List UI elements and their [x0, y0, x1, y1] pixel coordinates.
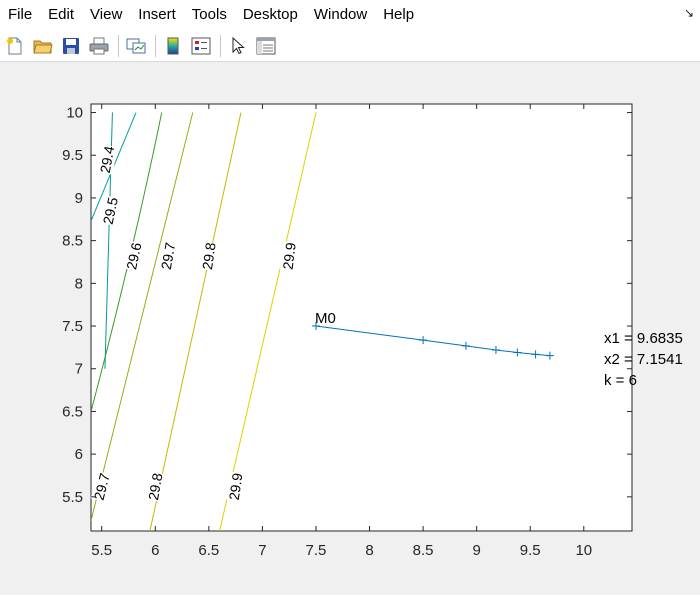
y-tick-label: 7.5: [62, 318, 83, 335]
menu-edit[interactable]: Edit: [40, 0, 82, 30]
y-tick-label: 8.5: [62, 233, 83, 250]
menu-view[interactable]: View: [82, 0, 130, 30]
toolbar-separator: [220, 34, 221, 57]
x-tick-label: 9.5: [520, 542, 541, 559]
x-tick-label: 7.5: [306, 542, 327, 559]
menu-help[interactable]: Help: [375, 0, 422, 30]
save-disk-icon: [63, 37, 79, 54]
result-annotation-line: k = 6: [604, 372, 637, 389]
toolbar-separator: [155, 34, 156, 57]
result-annotation-line: x2 = 7.1541: [604, 351, 683, 368]
legend-icon: [191, 37, 211, 54]
figure-canvas: 29.4 29.5 29.6 29.7 29.8 29.9 29.7 29.8 29.9 M0 …: [0, 63, 700, 590]
x-tick-label: 6: [151, 542, 159, 559]
menu-window[interactable]: Window: [306, 0, 375, 30]
result-annotation: x1 = 9.6835 x2 = 7.1541 k = 6: [604, 330, 683, 389]
menu-insert[interactable]: Insert: [130, 0, 184, 30]
y-tick-label: 6.5: [62, 403, 83, 420]
x-tick-label: 8.5: [413, 542, 434, 559]
y-tick-label: 9: [75, 190, 83, 207]
x-tick-label: 10: [575, 542, 592, 559]
pointer-arrow-icon: [232, 36, 245, 54]
x-tick-label: 8: [365, 542, 373, 559]
property-inspector-button[interactable]: [255, 35, 277, 57]
y-tick-label: 7: [75, 361, 83, 378]
start-point-label: M0: [315, 310, 336, 327]
figure-toolbar: [0, 30, 700, 62]
x-tick-label: 6.5: [198, 542, 219, 559]
print-button[interactable]: [88, 35, 110, 57]
y-tick-label: 6: [75, 446, 83, 463]
menu-tools[interactable]: Tools: [184, 0, 235, 30]
axes-background: [90, 103, 633, 532]
edit-plot-button[interactable]: [227, 35, 249, 57]
save-button[interactable]: [60, 35, 82, 57]
x-tick-label: 9: [472, 542, 480, 559]
x-tick-label: 5.5: [91, 542, 112, 559]
printer-icon: [89, 37, 109, 54]
insert-colorbar-button[interactable]: [162, 35, 184, 57]
y-tick-label: 9.5: [62, 147, 83, 164]
menu-desktop[interactable]: Desktop: [235, 0, 306, 30]
y-tick-label: 8: [75, 275, 83, 292]
x-tick-label: 7: [258, 542, 266, 559]
toolbar-separator: [118, 34, 119, 57]
open-button[interactable]: [32, 35, 54, 57]
new-figure-button[interactable]: [4, 35, 26, 57]
y-tick-label: 5.5: [62, 489, 83, 506]
contour-label: 29.9: [280, 241, 299, 270]
open-folder-icon: [33, 40, 53, 53]
property-inspector-icon: [256, 37, 276, 54]
link-plot-button[interactable]: [125, 35, 147, 57]
result-annotation-line: x1 = 9.6835: [604, 330, 683, 347]
axes-plot[interactable]: 29.429.529.6 29.7 29.8 29.929.7 29.8 29.9 M0 …: [0, 63, 700, 590]
undock-arrow-icon[interactable]: ↘: [684, 6, 694, 20]
new-file-icon: [7, 37, 22, 54]
menu-bar: File Edit View Insert Tools Desktop Wind…: [0, 0, 700, 30]
colorbar-icon: [167, 37, 179, 54]
y-tick-label: 10: [66, 105, 83, 122]
menu-file[interactable]: File: [0, 0, 40, 30]
insert-legend-button[interactable]: [190, 35, 212, 57]
link-plot-icon: [126, 38, 146, 53]
